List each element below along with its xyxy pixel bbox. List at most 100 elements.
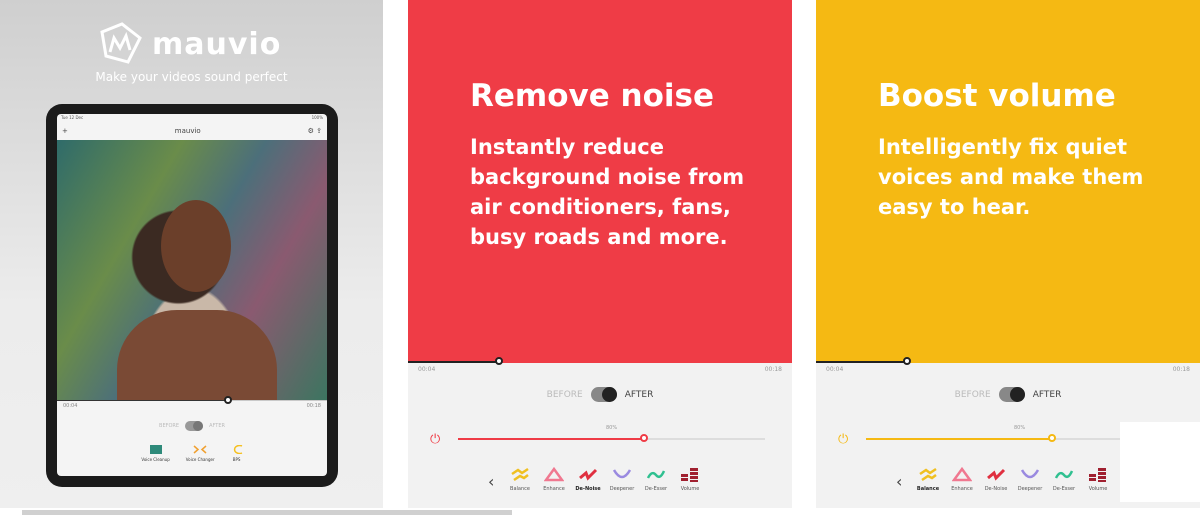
status-bar: Tue 12 Dec 100% — [57, 114, 327, 122]
heading: Remove noise — [470, 78, 714, 114]
de-esser-icon — [1054, 470, 1074, 479]
effect-de-esser[interactable]: De-Esser — [1050, 466, 1078, 492]
timeline-knob[interactable] — [224, 396, 232, 404]
effect-deepener[interactable]: Deepener — [608, 466, 636, 492]
slider-knob[interactable] — [640, 434, 649, 442]
volume-icon — [681, 468, 698, 482]
slider-knob[interactable] — [1048, 434, 1057, 442]
heading: Boost volume — [878, 78, 1116, 114]
timeline[interactable] — [408, 357, 792, 365]
hero: Boost volume Intelligently fix quiet voi… — [816, 0, 1200, 362]
timeline-knob[interactable] — [903, 357, 911, 365]
timeline-knob[interactable] — [495, 357, 503, 365]
before-label: BEFORE — [954, 389, 991, 400]
de-noise-icon — [579, 468, 598, 481]
before-label: BEFORE — [546, 389, 583, 400]
time-end: 00:18 — [764, 366, 782, 373]
person-body — [117, 310, 277, 400]
gear-icon[interactable]: ⚙ — [308, 127, 314, 135]
screenshot-voice-tools: mauvio Make your videos sound perfect Tu… — [0, 0, 383, 508]
voice-cleanup-icon — [149, 445, 162, 454]
tool-bps[interactable]: BPS — [231, 444, 243, 462]
de-noise-icon — [987, 468, 1006, 481]
chevron-left-icon[interactable]: ‹ — [488, 472, 500, 491]
effect-label: Balance — [510, 486, 530, 492]
effects-bar: ‹ Balance Enhance De-Noise Deepener De-Esser V… — [896, 466, 1112, 492]
effect-de-noise[interactable]: De-Noise — [574, 466, 602, 492]
effect-enhance[interactable]: Enhance — [948, 466, 976, 492]
effect-label: Enhance — [543, 486, 565, 492]
tagline: Make your videos sound perfect — [95, 70, 288, 84]
effect-label: De-Noise — [575, 486, 601, 492]
effect-deepener[interactable]: Deepener — [1016, 466, 1044, 492]
effect-label: Deepener — [609, 486, 635, 492]
toggle-switch[interactable] — [590, 387, 617, 402]
chevron-left-icon[interactable]: ‹ — [896, 472, 908, 491]
effect-label: Volume — [1088, 486, 1108, 492]
after-label: AFTER — [209, 423, 225, 429]
tablet-mockup: Tue 12 Dec 100% + mauvio ⚙ ⇪ 00:04 00:18 B… — [46, 104, 338, 487]
effect-label: De-Noise — [984, 486, 1008, 492]
voice-changer-icon — [193, 445, 207, 454]
effect-balance[interactable]: Balance — [506, 466, 534, 492]
deepener-icon — [612, 469, 632, 479]
before-after-toggle[interactable]: BEFORE AFTER — [816, 387, 1200, 402]
description: Instantly reduce background noise from a… — [470, 135, 745, 249]
level-label: 80% — [1014, 425, 1026, 431]
power-icon[interactable]: ⏻ — [430, 432, 440, 447]
tablet-screen: Tue 12 Dec 100% + mauvio ⚙ ⇪ 00:04 00:18 B… — [57, 114, 327, 476]
toggle-switch[interactable] — [185, 421, 204, 431]
enhance-icon — [544, 466, 564, 482]
volume-icon — [1089, 468, 1106, 482]
timeline[interactable] — [816, 357, 1200, 365]
effect-balance[interactable]: Balance — [914, 466, 942, 492]
before-after-toggle[interactable]: BEFORE AFTER — [57, 421, 327, 431]
toggle-switch[interactable] — [998, 387, 1025, 402]
screenshot-remove-noise: Remove noise Instantly reduce background… — [408, 0, 792, 508]
time-end: 00:18 — [1172, 366, 1190, 373]
time-start: 00:04 — [418, 366, 436, 373]
effects-bar: ‹ Balance Enhance De-Noise Deepener De-Esser V… — [488, 466, 704, 492]
effect-label: Balance — [916, 486, 940, 492]
hero: Remove noise Instantly reduce background… — [408, 0, 792, 362]
effect-label: Enhance — [951, 486, 973, 492]
balance-icon — [511, 467, 529, 482]
deepener-icon — [1020, 469, 1040, 479]
time-start: 00:04 — [826, 366, 844, 373]
tool-voice-cleanup[interactable]: Voice Cleanup — [141, 445, 170, 462]
level-slider[interactable] — [458, 434, 765, 442]
effect-enhance[interactable]: Enhance — [540, 466, 568, 492]
effect-label: De-Esser — [1052, 486, 1076, 492]
balance-icon — [919, 467, 937, 482]
mauvio-logo-icon — [100, 22, 142, 64]
horizontal-scrollbar[interactable] — [22, 510, 512, 515]
share-icon[interactable]: ⇪ — [316, 127, 322, 135]
battery: 100% — [311, 115, 323, 120]
effect-label: Deepener — [1017, 486, 1043, 492]
video-preview[interactable] — [57, 140, 327, 400]
effect-label: Volume — [680, 486, 700, 492]
effect-volume[interactable]: Volume — [676, 466, 704, 492]
status-time: Tue 12 Dec — [61, 115, 84, 120]
effect-de-noise[interactable]: De-Noise — [982, 466, 1010, 492]
tool-voice-changer[interactable]: Voice Changer — [186, 445, 215, 462]
power-icon[interactable]: ⏻ — [838, 432, 848, 447]
brand: mauvio — [98, 22, 281, 66]
effect-volume[interactable]: Volume — [1084, 466, 1112, 492]
blank-overlay — [1120, 422, 1200, 502]
before-after-toggle[interactable]: BEFORE AFTER — [408, 387, 792, 402]
time-end: 00:18 — [306, 403, 321, 409]
after-label: AFTER — [1032, 389, 1062, 400]
effect-de-esser[interactable]: De-Esser — [642, 466, 670, 492]
effect-label: De-Esser — [644, 486, 668, 492]
nav-bar: + mauvio ⚙ ⇪ — [57, 122, 327, 140]
after-label: AFTER — [624, 389, 654, 400]
de-esser-icon — [646, 470, 666, 479]
before-label: BEFORE — [159, 423, 180, 429]
bps-icon — [233, 444, 242, 455]
add-icon[interactable]: + — [62, 127, 68, 135]
time-start: 00:04 — [63, 403, 78, 409]
description: Intelligently fix quiet voices and make … — [878, 135, 1144, 219]
timeline[interactable] — [57, 396, 327, 404]
brand-name: mauvio — [152, 26, 282, 62]
